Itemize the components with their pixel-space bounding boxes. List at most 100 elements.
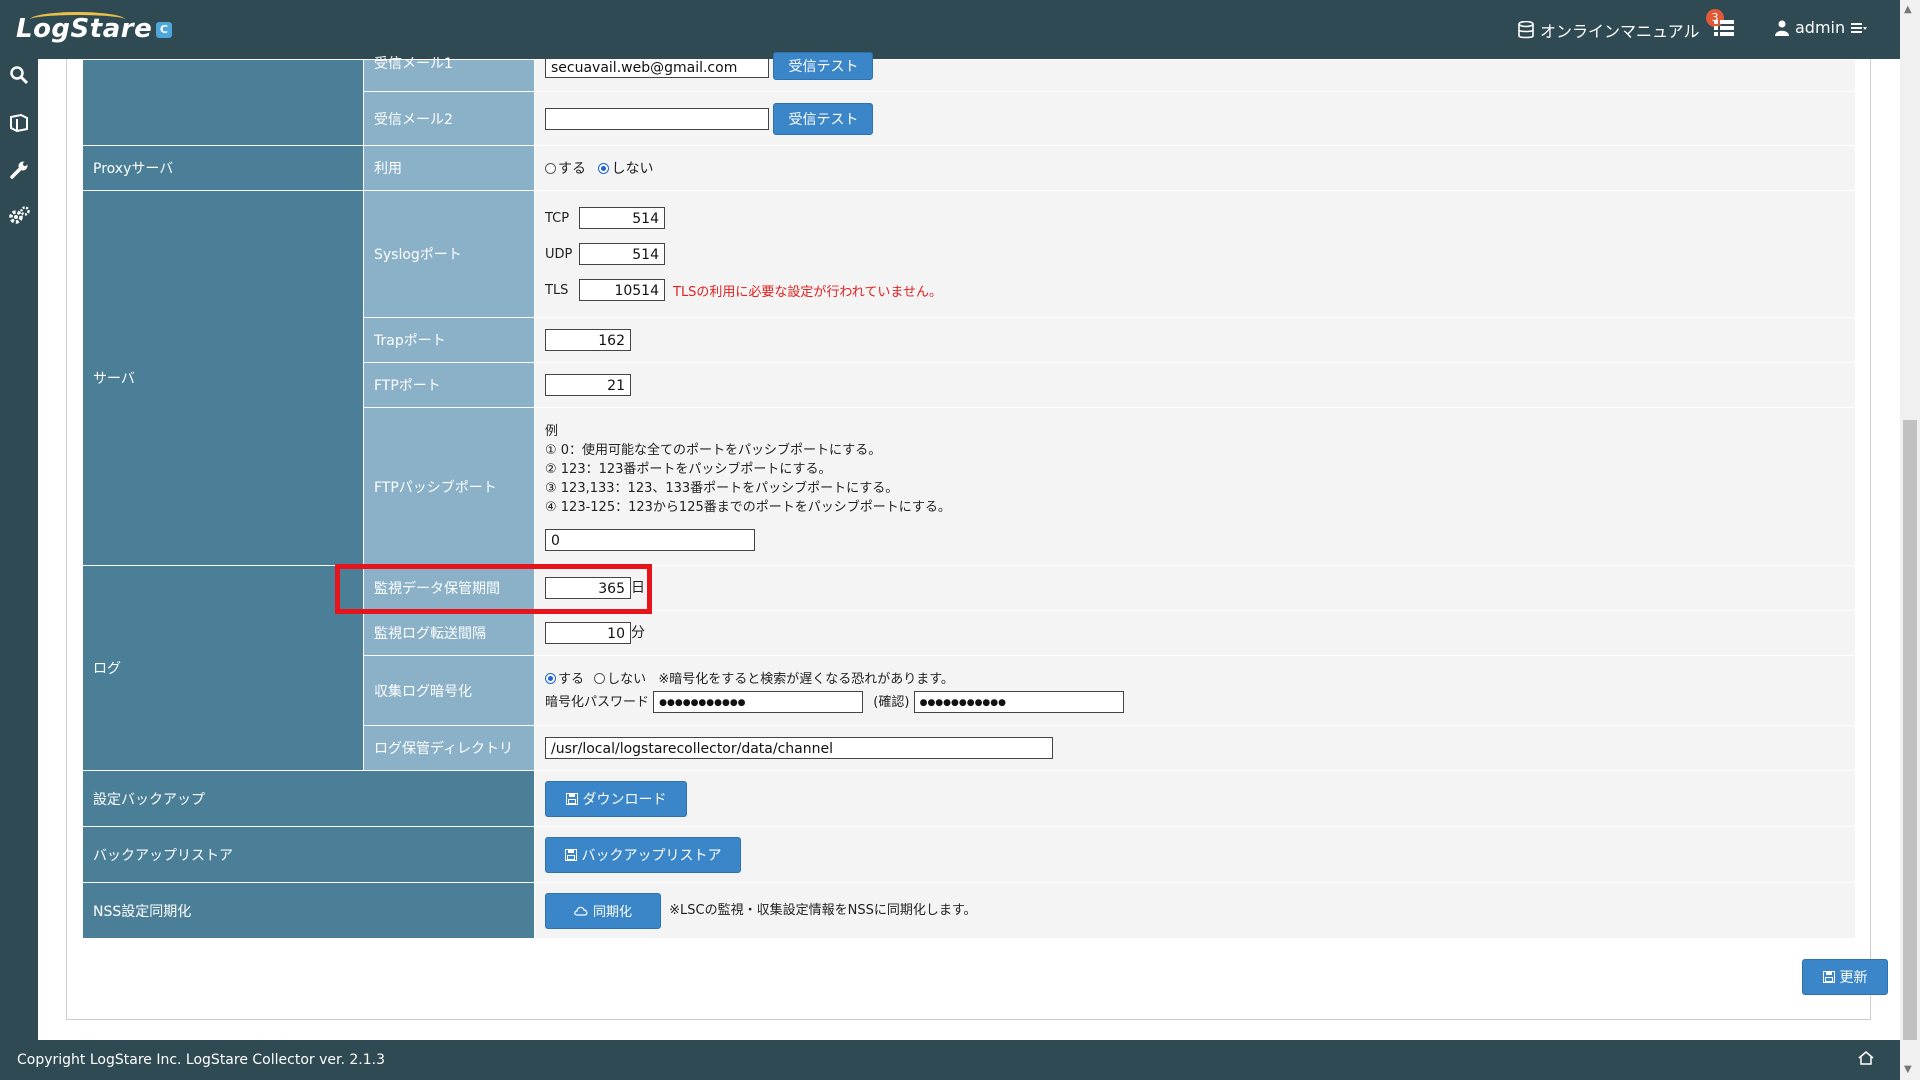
- example-line: ④ 123-125：123から125番までのポートをパッシブポートにする。: [545, 500, 951, 515]
- backup-cell: ダウンロード: [534, 770, 1856, 827]
- settings-panel: 受信メール1 secuavail.web@gmail.com 受信テスト 受信メ…: [66, 52, 1888, 1020]
- task-list-icon[interactable]: [1714, 18, 1740, 42]
- wrench-icon[interactable]: [6, 157, 32, 183]
- udp-label: UDP: [545, 246, 573, 262]
- password-confirm-label: (確認): [873, 694, 910, 710]
- example-line: ① 0：使用可能な全てのポートをパッシブポートにする。: [545, 443, 882, 458]
- save-icon: [564, 848, 577, 861]
- example-line: ③ 123,133：123、133番ポートをパッシブポートにする。: [545, 481, 899, 496]
- footer: Copyright LogStare Inc. LogStare Collect…: [0, 1040, 1900, 1080]
- restore-category: バックアップリストア: [82, 826, 535, 883]
- vertical-scrollbar[interactable]: ▲ ▼: [1900, 0, 1920, 1080]
- scroll-thumb[interactable]: [1903, 420, 1917, 1040]
- download-label: ダウンロード: [582, 791, 667, 808]
- restore-cell: バックアップリストア: [534, 826, 1856, 883]
- home-icon[interactable]: [1857, 1050, 1875, 1070]
- ftp-port-input[interactable]: 21: [545, 374, 631, 396]
- recv-mail1-cell: secuavail.web@gmail.com 受信テスト: [534, 52, 1856, 92]
- user-icon: [1775, 20, 1789, 36]
- transfer-interval-label: 監視ログ転送間隔: [363, 610, 535, 656]
- settings-table: 受信メール1 secuavail.web@gmail.com 受信テスト 受信メ…: [82, 52, 1856, 939]
- user-name: admin: [1795, 18, 1846, 37]
- encrypt-yes-radio[interactable]: [545, 672, 556, 684]
- book-icon[interactable]: [6, 110, 32, 136]
- password-confirm-input[interactable]: ●●●●●●●●●●●: [913, 691, 1124, 714]
- recv-mail2-test-button[interactable]: 受信テスト: [773, 102, 874, 135]
- proxy-use-cell: する しない: [534, 145, 1856, 191]
- trap-port-label: Trapポート: [363, 317, 535, 363]
- backup-restore-button[interactable]: バックアップリストア: [545, 836, 741, 873]
- log-dir-cell: /usr/local/logstarecollector/data/channe…: [534, 725, 1856, 771]
- encrypt-note: ※暗号化をすると検索が遅くなる恐れがあります。: [658, 671, 954, 687]
- user-menu[interactable]: admin: [1775, 18, 1868, 37]
- encrypt-cell: する しない ※暗号化をすると検索が遅くなる恐れがあります。 暗号化パスワード …: [534, 655, 1856, 726]
- password-input[interactable]: ●●●●●●●●●●●: [653, 691, 864, 714]
- ftp-passive-cell: 例 ① 0：使用可能な全てのポートをパッシブポートにする。 ② 123：123番…: [534, 407, 1856, 566]
- ftp-port-label: FTPポート: [363, 362, 535, 408]
- tls-warning: TLSの利用に必要な設定が行われていません。: [673, 284, 943, 300]
- nss-category: NSS設定同期化: [82, 882, 535, 939]
- save-icon: [565, 792, 578, 805]
- ftp-passive-label: FTPパッシブポート: [363, 407, 535, 566]
- example-line: 例: [545, 424, 559, 439]
- backup-restore-label: バックアップリストア: [581, 847, 722, 864]
- syslog-port-cell: TCP 514 UDP 514 TLS 10514 TLSの利用に必要な設定が行われてい…: [534, 190, 1856, 318]
- transfer-interval-input[interactable]: 10: [545, 622, 631, 644]
- log-dir-input[interactable]: /usr/local/logstarecollector/data/channe…: [545, 737, 1053, 759]
- udp-port-input[interactable]: 514: [579, 243, 665, 265]
- tls-port-input[interactable]: 10514: [579, 279, 665, 301]
- recv-mail2-input[interactable]: [545, 107, 769, 130]
- trap-port-input[interactable]: 162: [545, 329, 631, 351]
- download-button[interactable]: ダウンロード: [545, 780, 687, 817]
- sync-label: 同期化: [592, 905, 632, 920]
- cloud-icon: [574, 906, 588, 916]
- ftp-passive-input[interactable]: 0: [545, 529, 755, 551]
- search-icon[interactable]: [6, 62, 32, 88]
- log-dir-label: ログ保管ディレクトリ: [363, 725, 535, 771]
- online-manual-link[interactable]: オンラインマニュアル: [1518, 18, 1700, 42]
- log-category: ログ: [82, 565, 364, 771]
- gears-icon[interactable]: [6, 203, 32, 229]
- logo-text: LogStare: [16, 14, 153, 44]
- copyright-text: Copyright LogStare Inc. LogStare Collect…: [17, 1052, 385, 1068]
- example-line: ② 123：123番ポートをパッシブポートにする。: [545, 462, 832, 477]
- recv-mail1-input[interactable]: secuavail.web@gmail.com: [545, 58, 769, 78]
- encrypt-no-radio[interactable]: [594, 672, 606, 684]
- highlight-box: [335, 564, 652, 614]
- syslog-port-label: Syslogポート: [363, 190, 535, 318]
- logo-badge: C: [156, 21, 173, 38]
- scroll-down-arrow-icon[interactable]: ▼: [1904, 1064, 1912, 1075]
- sync-note: ※LSCの監視・収集設定情報をNSSに同期化します。: [669, 903, 977, 918]
- proxy-no-radio[interactable]: [598, 162, 610, 174]
- passive-example: 例 ① 0：使用可能な全てのポートをパッシブポートにする。 ② 123：123番…: [545, 422, 1845, 517]
- sidebar: [0, 59, 38, 1040]
- backup-category: 設定バックアップ: [82, 770, 535, 827]
- update-label: 更新: [1839, 970, 1868, 986]
- password-label: 暗号化パスワード: [545, 694, 650, 710]
- mail-category-cell: [82, 59, 364, 146]
- tls-label: TLS: [545, 282, 569, 298]
- transfer-interval-unit: 分: [631, 625, 645, 641]
- recv-mail2-cell: 受信テスト: [534, 91, 1856, 146]
- retention-cell: 365 日: [534, 565, 1856, 611]
- recv-mail1-test-button[interactable]: 受信テスト: [773, 52, 874, 80]
- proxy-category: Proxyサーバ: [82, 145, 364, 191]
- save-icon: [1822, 971, 1835, 983]
- tcp-port-input[interactable]: 514: [579, 207, 665, 229]
- encrypt-no-label: しない: [607, 671, 647, 687]
- server-category: サーバ: [82, 190, 364, 566]
- menu-dropdown-icon: [1851, 22, 1868, 33]
- main-content: 受信メール1 secuavail.web@gmail.com 受信テスト 受信メ…: [38, 52, 1900, 1040]
- encrypt-label: 収集ログ暗号化: [363, 655, 535, 726]
- nss-cell: 同期化 ※LSCの監視・収集設定情報をNSSに同期化します。: [534, 882, 1856, 939]
- sync-button[interactable]: 同期化: [545, 892, 661, 929]
- top-bar: LogStare C オンラインマニュアル 3 admin: [0, 0, 1900, 59]
- update-button[interactable]: 更新: [1802, 959, 1888, 995]
- online-manual-label: オンラインマニュアル: [1540, 22, 1700, 41]
- transfer-interval-cell: 10 分: [534, 610, 1856, 656]
- logo[interactable]: LogStare C: [16, 14, 173, 44]
- trap-port-cell: 162: [534, 317, 1856, 363]
- scroll-up-arrow-icon[interactable]: ▲: [1904, 4, 1912, 15]
- ftp-port-cell: 21: [534, 362, 1856, 408]
- proxy-yes-radio[interactable]: [545, 162, 556, 174]
